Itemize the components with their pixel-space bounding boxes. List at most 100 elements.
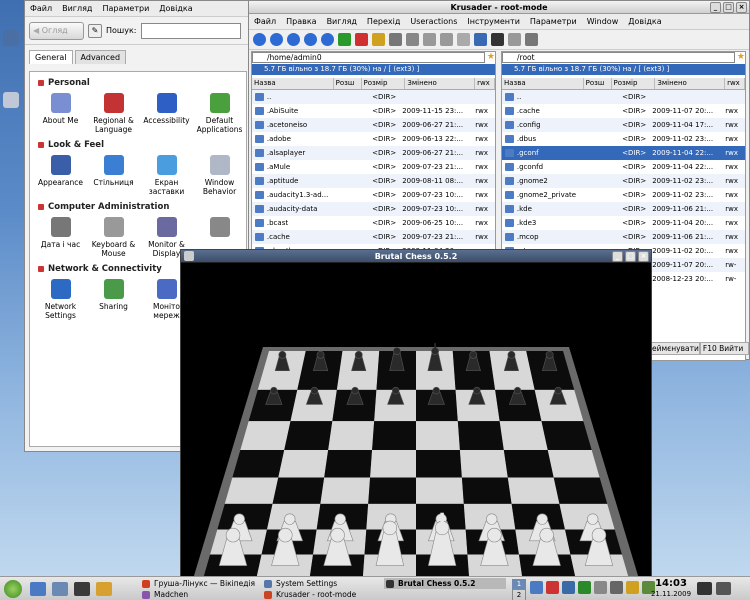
- search-icon[interactable]: [389, 33, 402, 46]
- settings-item-screensaver[interactable]: Екран заставки: [140, 152, 193, 196]
- view-icon[interactable]: [406, 33, 419, 46]
- header-modified[interactable]: Змінено: [655, 78, 726, 89]
- ss-menu-help[interactable]: Довідка: [154, 4, 197, 13]
- board-square[interactable]: [457, 421, 504, 451]
- tab-general[interactable]: General: [29, 50, 73, 64]
- terminal-icon[interactable]: [491, 33, 504, 46]
- file-row[interactable]: .mcop <DIR> 2009-11-06 21:... rwx: [502, 230, 745, 244]
- header-ext[interactable]: Розш: [584, 78, 612, 89]
- board-square[interactable]: [320, 477, 371, 504]
- clock[interactable]: 14:03 21.11.2009: [650, 578, 692, 599]
- file-row[interactable]: .cache <DIR> 2009-07-23 21:... rwx: [252, 230, 495, 244]
- compare-icon[interactable]: [372, 33, 385, 46]
- settings-item-accessibility[interactable]: Accessibility: [140, 90, 193, 134]
- home-icon[interactable]: [52, 581, 68, 596]
- move-icon[interactable]: [440, 33, 453, 46]
- board-square[interactable]: [507, 477, 560, 504]
- settings-item-appearance[interactable]: Appearance: [34, 152, 87, 196]
- file-row[interactable]: .adobe <DIR> 2009-06-13 22:... rwx: [252, 132, 495, 146]
- terminal-icon[interactable]: [74, 581, 90, 596]
- file-row[interactable]: .alsaplayer <DIR> 2009-06-27 21:... rwx: [252, 146, 495, 160]
- kde-menu-icon[interactable]: [4, 579, 22, 598]
- board-square[interactable]: [240, 421, 291, 451]
- file-row[interactable]: .audacity1.3-ad... <DIR> 2009-07-23 10:...…: [252, 188, 495, 202]
- kr-menu-item[interactable]: Інструменти: [462, 17, 525, 26]
- settings-item-default-apps[interactable]: Default Applications: [193, 90, 246, 134]
- file-manager-icon[interactable]: [96, 581, 112, 596]
- maximize-button[interactable]: □: [723, 2, 734, 13]
- refresh-icon[interactable]: [321, 33, 334, 46]
- board-square[interactable]: [547, 450, 600, 478]
- file-row[interactable]: .acetoneiso <DIR> 2009-06-27 21:... rwx: [252, 118, 495, 132]
- file-row[interactable]: .cache <DIR> 2009-11-07 20:... rwx: [502, 104, 745, 118]
- f10-quit-button[interactable]: F10 Вийти: [699, 342, 749, 355]
- board-square[interactable]: [328, 421, 375, 451]
- file-row[interactable]: .kde <DIR> 2009-11-06 21:... rwx: [502, 202, 745, 216]
- show-desktop-icon[interactable]: [30, 581, 46, 596]
- tray-volume-icon[interactable]: [610, 581, 623, 594]
- board-square[interactable]: [370, 450, 416, 478]
- file-row[interactable]: .config <DIR> 2009-11-04 17:... rwx: [502, 118, 745, 132]
- file-row[interactable]: .gnome2_private <DIR> 2009-11-02 23:... rwx: [502, 188, 745, 202]
- file-row[interactable]: .gconf <DIR> 2009-11-04 22:... rwx: [502, 146, 745, 160]
- tab-advanced[interactable]: Advanced: [74, 50, 127, 64]
- kr-menu-item[interactable]: Довідка: [623, 17, 666, 26]
- kr-menu-item[interactable]: Window: [582, 17, 624, 26]
- file-row[interactable]: .AbiSuite <DIR> 2009-11-15 23:... rwx: [252, 104, 495, 118]
- task-krusader[interactable]: Krusader - root-mode: [262, 589, 384, 600]
- header-size[interactable]: Розмір: [362, 78, 406, 89]
- chess-maximize-button[interactable]: □: [625, 251, 636, 262]
- right-path-input[interactable]: /root: [502, 52, 735, 63]
- file-row[interactable]: .. <DIR>: [252, 90, 495, 104]
- settings-item-sharing[interactable]: Sharing: [87, 276, 140, 320]
- logout-icon[interactable]: [716, 582, 731, 595]
- settings-item-about-me[interactable]: About Me: [34, 90, 87, 134]
- select-icon[interactable]: [338, 33, 351, 46]
- file-row[interactable]: .dbus <DIR> 2009-11-02 23:... rwx: [502, 132, 745, 146]
- file-row[interactable]: .bcast <DIR> 2009-06-25 10:... rwx: [252, 216, 495, 230]
- kr-menu-item[interactable]: Useractions: [405, 17, 462, 26]
- tray-updates-icon[interactable]: [578, 581, 591, 594]
- tray-network-icon[interactable]: [562, 581, 575, 594]
- settings-item-flag[interactable]: Regional & Language: [87, 90, 140, 134]
- close-button[interactable]: ×: [736, 2, 747, 13]
- chess-close-button[interactable]: ×: [638, 251, 649, 262]
- lock-screen-icon[interactable]: [697, 582, 712, 595]
- settings-item-desktop[interactable]: Стільниця: [87, 152, 140, 196]
- minimize-button[interactable]: _: [710, 2, 721, 13]
- edit-icon[interactable]: [508, 33, 521, 46]
- chess-board-view[interactable]: [181, 263, 651, 581]
- tray-printer-icon[interactable]: [594, 581, 607, 594]
- header-rwx[interactable]: rwx: [475, 78, 495, 89]
- header-ext[interactable]: Розш: [334, 78, 362, 89]
- task-brutal-chess[interactable]: Brutal Chess 0.5.2: [384, 578, 506, 589]
- file-row[interactable]: .gnome2 <DIR> 2009-11-02 23:... rwx: [502, 174, 745, 188]
- ss-menu-view[interactable]: Вигляд: [57, 4, 97, 13]
- file-row[interactable]: .audacity-data <DIR> 2009-07-23 10:... rwx: [252, 202, 495, 216]
- tray-clipboard-icon[interactable]: [530, 581, 543, 594]
- settings-item-calendar[interactable]: Дата і час: [34, 214, 87, 258]
- pager-desktop-1[interactable]: 1: [512, 579, 526, 589]
- kr-menu-item[interactable]: Перехід: [362, 17, 405, 26]
- file-row[interactable]: .gconfd <DIR> 2009-11-04 22:... rwx: [502, 160, 745, 174]
- file-row[interactable]: .aMule <DIR> 2009-07-23 21:... rwx: [252, 160, 495, 174]
- left-path-input[interactable]: /home/admin0: [252, 52, 485, 63]
- board-square[interactable]: [499, 421, 548, 451]
- desktop-icon-2[interactable]: [3, 92, 19, 108]
- kr-menu-item[interactable]: Параметри: [525, 17, 582, 26]
- header-modified[interactable]: Змінено: [405, 78, 476, 89]
- search-clear-icon[interactable]: ✎: [88, 23, 102, 38]
- chess-minimize-button[interactable]: _: [612, 251, 623, 262]
- ss-menu-settings[interactable]: Параметри: [97, 4, 154, 13]
- tray-keyboard-layout-icon[interactable]: [546, 581, 559, 594]
- bookmark-icon[interactable]: ★: [737, 52, 745, 63]
- board-square[interactable]: [368, 477, 416, 504]
- mkdir-icon[interactable]: [457, 33, 470, 46]
- header-name[interactable]: Назва: [252, 78, 334, 89]
- sync-icon[interactable]: [525, 33, 538, 46]
- home-icon[interactable]: [304, 33, 317, 46]
- up-icon[interactable]: [287, 33, 300, 46]
- overview-button[interactable]: ◀ Огляд: [29, 21, 84, 40]
- header-rwx[interactable]: rwx: [725, 78, 745, 89]
- settings-item-network[interactable]: Network Settings: [34, 276, 87, 320]
